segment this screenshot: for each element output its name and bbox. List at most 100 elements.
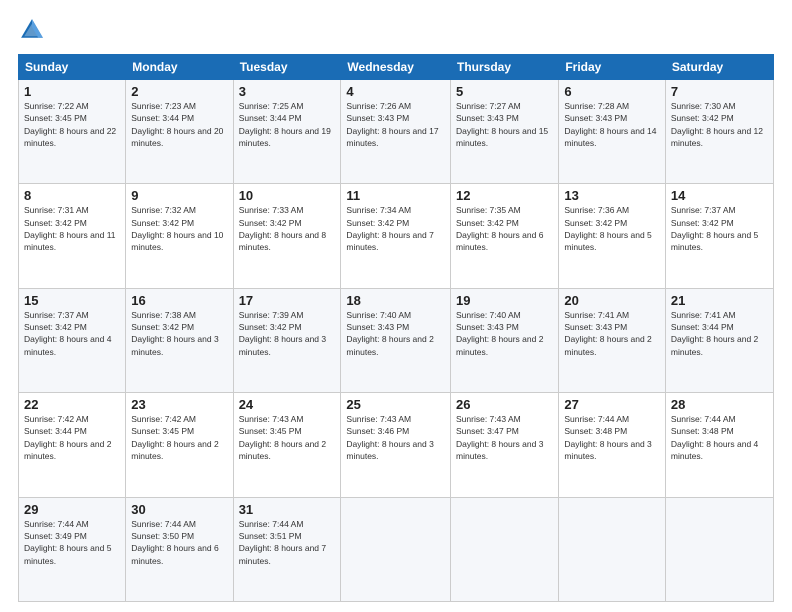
calendar-week-1: 1 Sunrise: 7:22 AMSunset: 3:45 PMDaylight… [19, 80, 774, 184]
day-info: Sunrise: 7:42 AMSunset: 3:44 PMDaylight:… [24, 414, 111, 461]
day-number: 11 [346, 188, 445, 203]
calendar-cell: 27 Sunrise: 7:44 AMSunset: 3:48 PMDayligh… [559, 393, 666, 497]
day-info: Sunrise: 7:41 AMSunset: 3:44 PMDaylight:… [671, 310, 758, 357]
calendar-week-2: 8 Sunrise: 7:31 AMSunset: 3:42 PMDaylight… [19, 184, 774, 288]
calendar-cell: 11 Sunrise: 7:34 AMSunset: 3:42 PMDayligh… [341, 184, 451, 288]
calendar-cell: 13Sunrise: 7:36 AMSunset: 3:42 PMDayligh… [559, 184, 666, 288]
day-number: 3 [239, 84, 336, 99]
day-info: Sunrise: 7:31 AMSunset: 3:42 PMDaylight:… [24, 205, 116, 252]
day-number: 14 [671, 188, 768, 203]
calendar-cell: 21 Sunrise: 7:41 AMSunset: 3:44 PMDayligh… [665, 288, 773, 392]
day-header-monday: Monday [126, 55, 233, 80]
day-number: 1 [24, 84, 120, 99]
calendar-cell: 10Sunrise: 7:33 AMSunset: 3:42 PMDayligh… [233, 184, 341, 288]
calendar-cell: 14 Sunrise: 7:37 AMSunset: 3:42 PMDayligh… [665, 184, 773, 288]
day-number: 31 [239, 502, 336, 517]
calendar-cell: 3 Sunrise: 7:25 AMSunset: 3:44 PMDaylight… [233, 80, 341, 184]
calendar-cell [559, 497, 666, 601]
calendar-cell: 5 Sunrise: 7:27 AMSunset: 3:43 PMDaylight… [451, 80, 559, 184]
calendar-cell: 18 Sunrise: 7:40 AMSunset: 3:43 PMDayligh… [341, 288, 451, 392]
day-header-sunday: Sunday [19, 55, 126, 80]
day-header-wednesday: Wednesday [341, 55, 451, 80]
calendar-cell: 25Sunrise: 7:43 AMSunset: 3:46 PMDayligh… [341, 393, 451, 497]
calendar-cell: 26 Sunrise: 7:43 AMSunset: 3:47 PMDayligh… [451, 393, 559, 497]
day-number: 25 [346, 397, 445, 412]
day-info: Sunrise: 7:32 AMSunset: 3:42 PMDaylight:… [131, 205, 223, 252]
calendar-cell: 29 Sunrise: 7:44 AMSunset: 3:49 PMDayligh… [19, 497, 126, 601]
day-info: Sunrise: 7:39 AMSunset: 3:42 PMDaylight:… [239, 310, 326, 357]
day-info: Sunrise: 7:27 AMSunset: 3:43 PMDaylight:… [456, 101, 548, 148]
calendar-week-4: 22Sunrise: 7:42 AMSunset: 3:44 PMDayligh… [19, 393, 774, 497]
day-info: Sunrise: 7:37 AMSunset: 3:42 PMDaylight:… [24, 310, 111, 357]
day-info: Sunrise: 7:44 AMSunset: 3:49 PMDaylight:… [24, 519, 111, 566]
day-info: Sunrise: 7:40 AMSunset: 3:43 PMDaylight:… [456, 310, 543, 357]
day-info: Sunrise: 7:43 AMSunset: 3:45 PMDaylight:… [239, 414, 326, 461]
day-info: Sunrise: 7:26 AMSunset: 3:43 PMDaylight:… [346, 101, 438, 148]
day-number: 2 [131, 84, 227, 99]
day-info: Sunrise: 7:28 AMSunset: 3:43 PMDaylight:… [564, 101, 656, 148]
day-header-tuesday: Tuesday [233, 55, 341, 80]
calendar-cell: 24Sunrise: 7:43 AMSunset: 3:45 PMDayligh… [233, 393, 341, 497]
day-header-friday: Friday [559, 55, 666, 80]
day-info: Sunrise: 7:40 AMSunset: 3:43 PMDaylight:… [346, 310, 433, 357]
day-number: 4 [346, 84, 445, 99]
day-info: Sunrise: 7:30 AMSunset: 3:42 PMDaylight:… [671, 101, 763, 148]
day-number: 17 [239, 293, 336, 308]
calendar-cell: 17 Sunrise: 7:39 AMSunset: 3:42 PMDayligh… [233, 288, 341, 392]
day-info: Sunrise: 7:35 AMSunset: 3:42 PMDaylight:… [456, 205, 543, 252]
day-number: 13 [564, 188, 660, 203]
day-number: 7 [671, 84, 768, 99]
calendar-cell: 28 Sunrise: 7:44 AMSunset: 3:48 PMDayligh… [665, 393, 773, 497]
day-info: Sunrise: 7:23 AMSunset: 3:44 PMDaylight:… [131, 101, 223, 148]
day-header-saturday: Saturday [665, 55, 773, 80]
day-number: 15 [24, 293, 120, 308]
calendar-cell: 20 Sunrise: 7:41 AMSunset: 3:43 PMDayligh… [559, 288, 666, 392]
calendar-cell: 1 Sunrise: 7:22 AMSunset: 3:45 PMDaylight… [19, 80, 126, 184]
day-number: 8 [24, 188, 120, 203]
calendar-cell: 22Sunrise: 7:42 AMSunset: 3:44 PMDayligh… [19, 393, 126, 497]
calendar-cell [665, 497, 773, 601]
day-number: 23 [131, 397, 227, 412]
day-number: 21 [671, 293, 768, 308]
day-number: 9 [131, 188, 227, 203]
day-info: Sunrise: 7:44 AMSunset: 3:51 PMDaylight:… [239, 519, 326, 566]
day-info: Sunrise: 7:25 AMSunset: 3:44 PMDaylight:… [239, 101, 331, 148]
day-info: Sunrise: 7:42 AMSunset: 3:45 PMDaylight:… [131, 414, 218, 461]
day-number: 26 [456, 397, 553, 412]
calendar-week-3: 15 Sunrise: 7:37 AMSunset: 3:42 PMDayligh… [19, 288, 774, 392]
logo-icon [18, 16, 46, 44]
day-number: 30 [131, 502, 227, 517]
calendar-header-row: SundayMondayTuesdayWednesdayThursdayFrid… [19, 55, 774, 80]
day-info: Sunrise: 7:44 AMSunset: 3:48 PMDaylight:… [671, 414, 758, 461]
day-header-thursday: Thursday [451, 55, 559, 80]
calendar-cell: 23 Sunrise: 7:42 AMSunset: 3:45 PMDayligh… [126, 393, 233, 497]
calendar-cell: 19Sunrise: 7:40 AMSunset: 3:43 PMDayligh… [451, 288, 559, 392]
day-info: Sunrise: 7:43 AMSunset: 3:47 PMDaylight:… [456, 414, 543, 461]
calendar-cell: 2 Sunrise: 7:23 AMSunset: 3:44 PMDaylight… [126, 80, 233, 184]
calendar-cell: 30 Sunrise: 7:44 AMSunset: 3:50 PMDayligh… [126, 497, 233, 601]
day-number: 28 [671, 397, 768, 412]
calendar-cell: 15 Sunrise: 7:37 AMSunset: 3:42 PMDayligh… [19, 288, 126, 392]
logo [18, 16, 50, 44]
calendar-cell: 4 Sunrise: 7:26 AMSunset: 3:43 PMDaylight… [341, 80, 451, 184]
day-info: Sunrise: 7:37 AMSunset: 3:42 PMDaylight:… [671, 205, 758, 252]
calendar-cell: 6 Sunrise: 7:28 AMSunset: 3:43 PMDaylight… [559, 80, 666, 184]
day-info: Sunrise: 7:33 AMSunset: 3:42 PMDaylight:… [239, 205, 326, 252]
day-number: 27 [564, 397, 660, 412]
day-info: Sunrise: 7:41 AMSunset: 3:43 PMDaylight:… [564, 310, 651, 357]
day-number: 5 [456, 84, 553, 99]
day-number: 29 [24, 502, 120, 517]
day-number: 6 [564, 84, 660, 99]
day-info: Sunrise: 7:34 AMSunset: 3:42 PMDaylight:… [346, 205, 433, 252]
day-number: 20 [564, 293, 660, 308]
calendar-cell: 7 Sunrise: 7:30 AMSunset: 3:42 PMDaylight… [665, 80, 773, 184]
day-info: Sunrise: 7:22 AMSunset: 3:45 PMDaylight:… [24, 101, 116, 148]
calendar-cell [451, 497, 559, 601]
calendar-cell: 16Sunrise: 7:38 AMSunset: 3:42 PMDayligh… [126, 288, 233, 392]
day-info: Sunrise: 7:44 AMSunset: 3:50 PMDaylight:… [131, 519, 218, 566]
day-info: Sunrise: 7:44 AMSunset: 3:48 PMDaylight:… [564, 414, 651, 461]
day-number: 18 [346, 293, 445, 308]
calendar-week-5: 29 Sunrise: 7:44 AMSunset: 3:49 PMDayligh… [19, 497, 774, 601]
calendar-cell: 12Sunrise: 7:35 AMSunset: 3:42 PMDayligh… [451, 184, 559, 288]
calendar-cell: 8 Sunrise: 7:31 AMSunset: 3:42 PMDaylight… [19, 184, 126, 288]
